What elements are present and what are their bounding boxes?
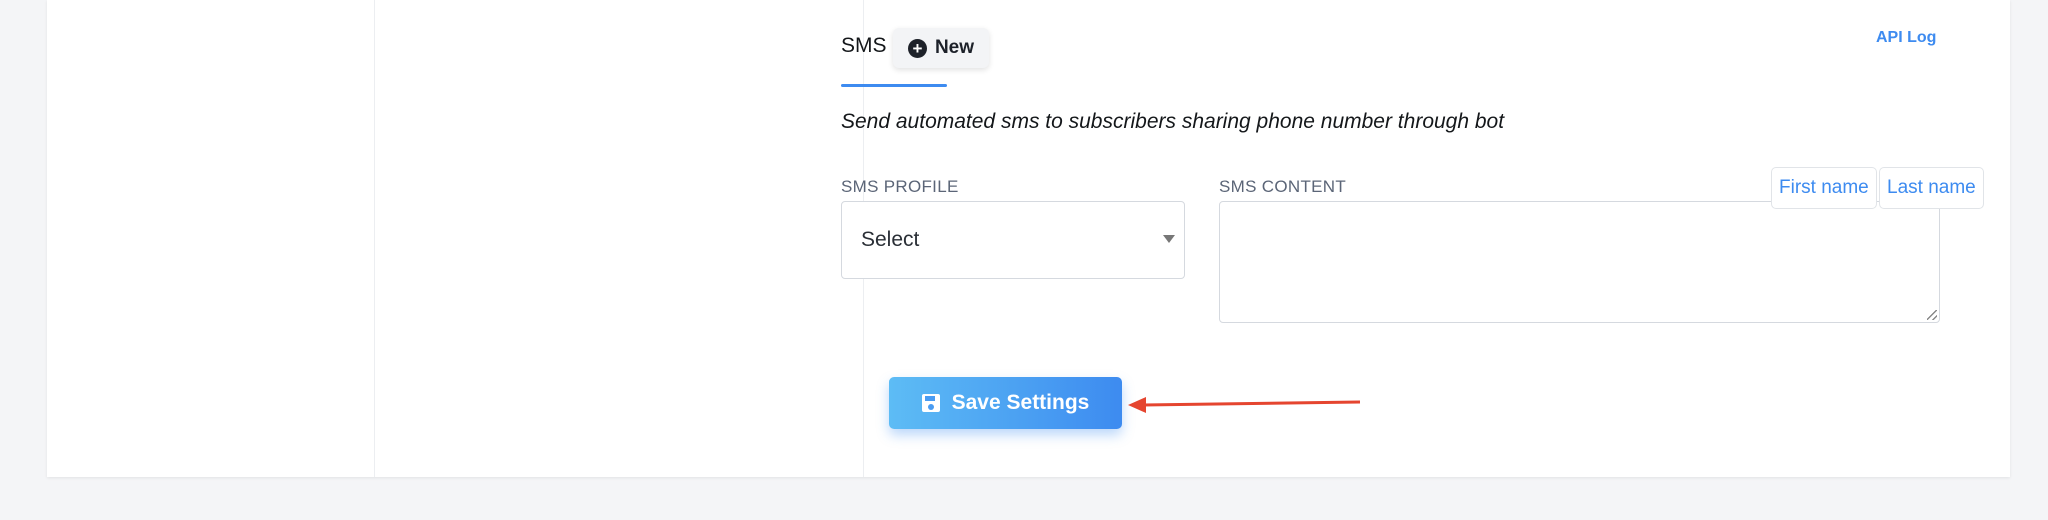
new-button[interactable]: + New bbox=[893, 28, 989, 68]
new-button-label: New bbox=[934, 37, 975, 58]
insert-last-name-button[interactable]: Last name bbox=[1879, 167, 1984, 209]
sms-content-label: SMS CONTENT bbox=[1219, 177, 1347, 196]
plus-circle-icon: + bbox=[907, 38, 927, 58]
tab-sms-underline bbox=[841, 84, 947, 87]
arrow-shaft bbox=[1141, 400, 1361, 407]
tab-sms[interactable]: SMS bbox=[841, 34, 887, 58]
red-arrow-annotation bbox=[1128, 397, 1361, 413]
resize-handle-icon[interactable] bbox=[1927, 310, 1937, 320]
sms-content-textarea[interactable] bbox=[1219, 201, 1940, 323]
save-settings-label: Save Settings bbox=[951, 391, 1090, 414]
insert-first-name-button[interactable]: First name bbox=[1771, 167, 1877, 209]
api-log-link[interactable]: API Log bbox=[1876, 29, 1936, 47]
sms-profile-label: SMS PROFILE bbox=[841, 177, 959, 196]
sms-profile-select[interactable]: Select bbox=[841, 201, 1185, 279]
column-divider-left bbox=[374, 0, 375, 477]
save-settings-button[interactable]: Save Settings bbox=[889, 377, 1122, 429]
sms-profile-selected-value: Select bbox=[861, 228, 920, 251]
chevron-down-icon bbox=[1163, 235, 1175, 243]
floppy-disk-icon bbox=[921, 394, 940, 412]
arrow-head bbox=[1128, 397, 1146, 413]
sms-description: Send automated sms to subscribers sharin… bbox=[841, 110, 1505, 133]
